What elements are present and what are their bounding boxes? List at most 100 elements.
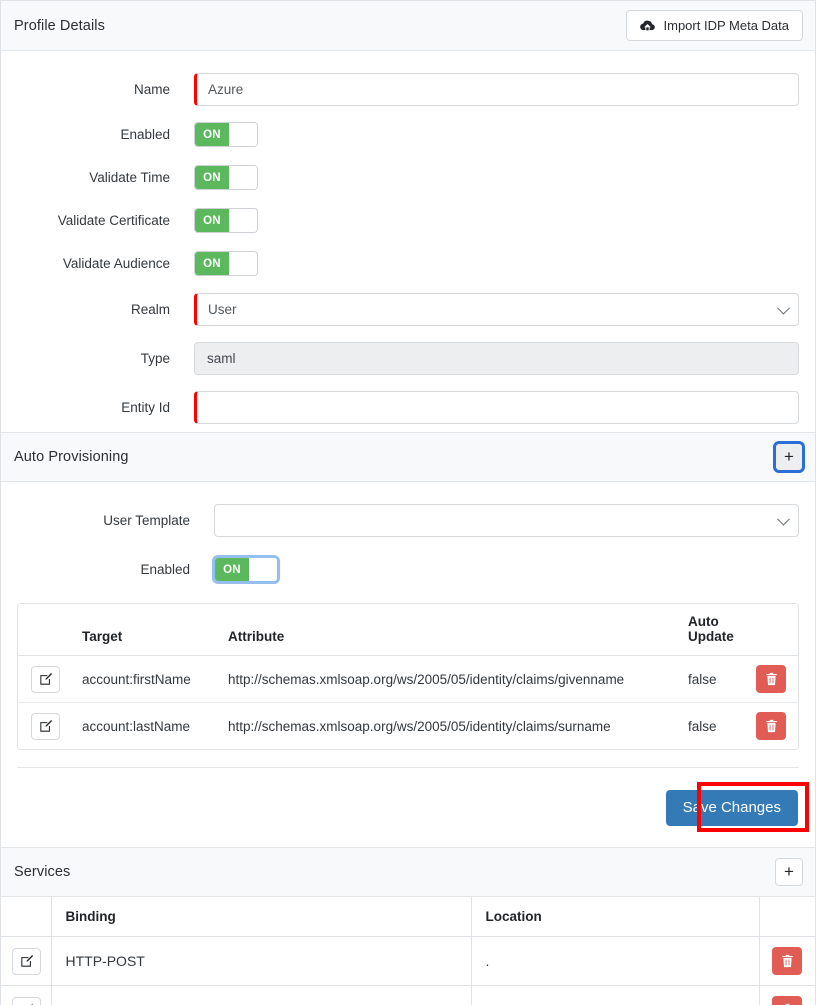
services-table: Binding Location HTTP-POST . xyxy=(1,897,815,1005)
services-header-row: Binding Location xyxy=(1,897,815,937)
delete-row-button[interactable] xyxy=(756,665,786,693)
field-row-type: Type saml xyxy=(1,334,815,383)
realm-label: Realm xyxy=(130,302,170,317)
svc-row-location: . xyxy=(471,936,760,986)
col-auto-update-line1: Auto xyxy=(688,614,719,629)
user-template-control xyxy=(214,504,799,537)
edit-pencil-icon xyxy=(39,720,52,732)
entity-id-label: Entity Id xyxy=(121,400,170,415)
provisioning-enabled-toggle-on-label: ON xyxy=(215,558,249,581)
validate-audience-control: ON xyxy=(194,251,799,276)
realm-select[interactable]: User xyxy=(194,293,799,326)
row-attribute: http://schemas.xmlsoap.org/ws/2005/05/id… xyxy=(220,655,680,703)
delete-row-button[interactable] xyxy=(756,712,786,740)
entity-id-control xyxy=(194,391,799,424)
profile-form: Name Azure Enabled ON Validate Time ON V… xyxy=(1,51,815,432)
services-title: Services xyxy=(14,864,71,880)
delete-row-button[interactable] xyxy=(772,947,803,975)
entity-id-input[interactable] xyxy=(194,391,799,424)
auto-provisioning-add-button[interactable]: + xyxy=(775,443,803,471)
field-row-user-template: User Template xyxy=(1,496,815,545)
svc-col-delete xyxy=(759,897,815,937)
page-title: Profile Details xyxy=(14,17,105,34)
realm-selected-value: User xyxy=(208,302,237,317)
row-delete-cell xyxy=(742,702,798,749)
edit-icon-button[interactable] xyxy=(31,665,60,693)
svc-col-binding: Binding xyxy=(51,897,472,937)
save-changes-button[interactable]: Save Changes xyxy=(665,789,798,826)
name-input[interactable]: Azure xyxy=(194,73,799,106)
chevron-down-icon xyxy=(777,512,790,526)
row-target: account:lastName xyxy=(74,702,220,749)
edit-icon-button[interactable] xyxy=(12,996,41,1005)
svc-row-actions-cell xyxy=(1,936,52,986)
field-row-validate-audience: Validate Audience ON xyxy=(1,242,815,285)
field-row-validate-certificate: Validate Certificate ON xyxy=(1,199,815,242)
field-row-name: Name Azure xyxy=(1,66,815,113)
enabled-control: ON xyxy=(194,122,799,147)
row-delete-cell xyxy=(742,655,798,703)
delete-row-button[interactable] xyxy=(772,996,803,1005)
row-attribute: http://schemas.xmlsoap.org/ws/2005/05/id… xyxy=(220,702,680,749)
table-row: HTTP-POST . xyxy=(1,936,815,986)
enabled-toggle-on-label: ON xyxy=(195,123,229,146)
cloud-upload-icon xyxy=(639,20,655,32)
provisioning-enabled-toggle-knob xyxy=(249,558,277,581)
edit-icon-button[interactable] xyxy=(12,947,41,975)
row-auto-update: false xyxy=(680,655,742,703)
user-template-label: User Template xyxy=(103,513,190,528)
trash-icon xyxy=(782,954,793,968)
validate-certificate-toggle[interactable]: ON xyxy=(194,208,258,233)
validate-time-control: ON xyxy=(194,165,799,190)
edit-icon-button[interactable] xyxy=(31,712,60,740)
col-auto-update-line2: Update xyxy=(688,629,734,644)
enabled-toggle-knob xyxy=(229,123,257,146)
row-actions-cell xyxy=(18,702,74,749)
profile-details-page: Profile Details Import IDP Meta Data Nam… xyxy=(0,0,816,1005)
trash-icon xyxy=(765,719,777,733)
auto-provisioning-header: Auto Provisioning + xyxy=(1,432,815,482)
table-header-row: Target Attribute Auto Update xyxy=(18,604,798,656)
enabled-toggle[interactable]: ON xyxy=(194,122,258,147)
provisioning-enabled-label: Enabled xyxy=(140,562,190,577)
validate-audience-toggle-knob xyxy=(229,252,257,275)
table-row: account:firstName http://schemas.xmlsoap… xyxy=(18,655,798,703)
edit-pencil-icon xyxy=(20,955,33,967)
row-actions-cell xyxy=(18,655,74,703)
svc-row-location: . xyxy=(471,985,760,1005)
provisioning-enabled-control: ON xyxy=(214,557,799,582)
attribute-mapping-table: Target Attribute Auto Update account:fir… xyxy=(17,603,799,750)
name-control: Azure xyxy=(194,73,799,106)
field-row-enabled: Enabled ON xyxy=(1,113,815,156)
svc-row-actions-cell xyxy=(1,985,52,1005)
profile-details-header: Profile Details Import IDP Meta Data xyxy=(1,1,815,51)
import-idp-meta-data-button[interactable]: Import IDP Meta Data xyxy=(625,10,803,41)
field-row-realm: Realm User xyxy=(1,285,815,334)
validate-time-toggle[interactable]: ON xyxy=(194,165,258,190)
row-target: account:firstName xyxy=(74,655,220,703)
col-attribute: Attribute xyxy=(220,604,680,656)
user-template-select[interactable] xyxy=(214,504,799,537)
attribute-mapping-body: account:firstName http://schemas.xmlsoap… xyxy=(18,655,798,749)
services-header: Services + xyxy=(1,847,815,897)
type-input: saml xyxy=(194,342,799,375)
field-row-entity-id: Entity Id xyxy=(1,383,815,432)
services-add-button[interactable]: + xyxy=(775,858,803,886)
auto-provisioning-form: User Template Enabled ON xyxy=(1,482,815,594)
table-row: account:lastName http://schemas.xmlsoap.… xyxy=(18,702,798,749)
validate-time-toggle-on-label: ON xyxy=(195,166,229,189)
col-actions xyxy=(18,604,74,656)
svc-row-binding: HTTP-Redirect xyxy=(51,985,472,1005)
validate-audience-toggle[interactable]: ON xyxy=(194,251,258,276)
col-delete xyxy=(742,604,798,656)
import-idp-meta-data-label: Import IDP Meta Data xyxy=(663,18,789,33)
edit-pencil-icon xyxy=(39,673,52,685)
provisioning-enabled-toggle[interactable]: ON xyxy=(214,557,278,582)
auto-provisioning-title: Auto Provisioning xyxy=(14,449,129,465)
svc-col-location: Location xyxy=(471,897,760,937)
svc-row-delete-cell xyxy=(759,985,815,1005)
svc-row-binding: HTTP-POST xyxy=(51,936,472,986)
realm-control: User xyxy=(194,293,799,326)
validate-certificate-label: Validate Certificate xyxy=(57,213,170,228)
row-auto-update: false xyxy=(680,702,742,749)
